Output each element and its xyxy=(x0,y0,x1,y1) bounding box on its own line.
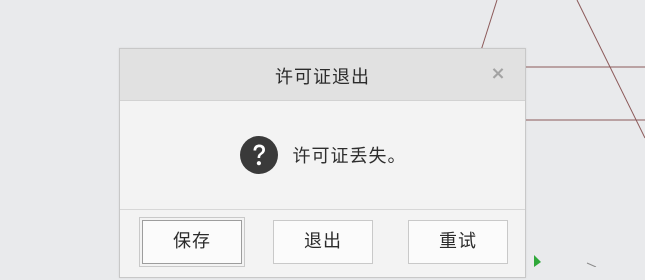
close-icon[interactable]: × xyxy=(485,61,511,87)
dialog-titlebar: 许可证退出 × xyxy=(120,49,525,101)
green-cursor-icon xyxy=(534,255,541,267)
save-button[interactable]: 保存 xyxy=(139,217,245,267)
button-bar: 保存 退出 重试 xyxy=(120,209,525,280)
dialog-title: 许可证退出 xyxy=(275,67,370,88)
exit-button[interactable]: 退出 xyxy=(273,220,373,264)
dialog-message: 许可证丢失。 xyxy=(120,135,525,175)
canvas-line xyxy=(576,0,645,139)
retry-button[interactable]: 重试 xyxy=(408,220,508,264)
canvas-line xyxy=(586,262,597,267)
license-exit-dialog: 许可证退出 × 许可证丢失。 保存 退出 重试 xyxy=(119,48,526,278)
message-text: 许可证丢失。 xyxy=(292,146,407,167)
question-icon xyxy=(239,136,278,174)
